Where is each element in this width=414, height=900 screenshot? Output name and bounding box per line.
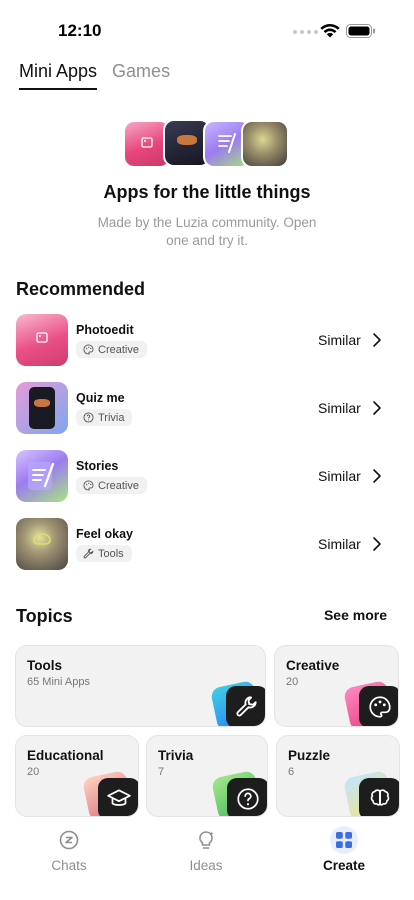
topic-count: 20 xyxy=(27,766,40,778)
chevron-right-icon[interactable] xyxy=(372,468,382,484)
brain-icon xyxy=(359,778,399,816)
chat-icon xyxy=(55,826,83,854)
question-circle-icon xyxy=(227,778,267,816)
topic-name: Educational xyxy=(27,748,104,763)
topic-count: 7 xyxy=(158,766,165,778)
topic-card-trivia[interactable]: Trivia 7 xyxy=(146,735,268,817)
similar-button[interactable]: Similar xyxy=(318,332,361,348)
topic-name: Puzzle xyxy=(288,748,331,763)
palette-icon xyxy=(83,480,94,491)
list-item[interactable]: Stories Creative Similar xyxy=(16,450,388,502)
similar-button[interactable]: Similar xyxy=(318,468,361,484)
pen-icon xyxy=(28,462,55,490)
list-item[interactable]: Quiz me Trivia Similar xyxy=(16,382,388,434)
graduation-cap-icon xyxy=(98,778,138,816)
app-name: Stories xyxy=(76,459,119,473)
topics-title: Topics xyxy=(16,606,73,626)
similar-button[interactable]: Similar xyxy=(318,536,361,552)
nav-create[interactable]: Create xyxy=(294,826,394,873)
bottom-nav: Chats Ideas Create xyxy=(0,820,414,900)
app-name: Photoedit xyxy=(76,323,134,337)
hero-title: Apps for the little things xyxy=(103,182,311,202)
question-circle-icon xyxy=(83,412,94,423)
palette-icon xyxy=(359,686,398,726)
nav-label: Chats xyxy=(51,858,87,873)
topic-name: Trivia xyxy=(158,748,194,763)
nav-label: Create xyxy=(322,858,366,873)
signal-dots-icon xyxy=(293,30,318,34)
chevron-right-icon[interactable] xyxy=(372,332,382,348)
tab-mini-apps[interactable]: Mini Apps xyxy=(19,61,98,90)
wrench-icon xyxy=(83,548,94,559)
app-thumbnail xyxy=(16,314,68,366)
hero-thumb-feel-okay xyxy=(241,120,289,168)
topic-count: 65 Mini Apps xyxy=(27,676,90,688)
wrench-icon xyxy=(226,686,265,726)
app-thumbnail xyxy=(16,382,68,434)
app-name: Quiz me xyxy=(76,391,125,405)
see-more-link[interactable]: See more xyxy=(324,607,387,623)
status-time: 12:10 xyxy=(58,21,102,40)
list-item[interactable]: Feel okay Tools Similar xyxy=(16,518,388,570)
topic-icon-stack xyxy=(81,768,138,816)
category-tag: Tools xyxy=(76,545,132,562)
topic-name: Creative xyxy=(286,658,340,673)
list-item[interactable]: Photoedit Creative Similar xyxy=(16,314,388,366)
similar-button[interactable]: Similar xyxy=(318,400,361,416)
category-tag: Trivia xyxy=(76,409,133,426)
brain-icon xyxy=(33,533,51,545)
nav-label: Ideas xyxy=(189,858,223,873)
chevron-right-icon[interactable] xyxy=(372,536,382,552)
lightbulb-icon xyxy=(192,826,220,854)
category-tag-label: Creative xyxy=(98,479,139,492)
topic-card-puzzle[interactable]: Puzzle 6 xyxy=(276,735,400,817)
category-tag-label: Tools xyxy=(98,547,124,560)
grid-icon xyxy=(330,826,358,854)
battery-icon xyxy=(346,24,375,38)
topic-card-educational[interactable]: Educational 20 xyxy=(15,735,139,817)
app-name: Feel okay xyxy=(76,527,133,541)
category-tag-label: Creative xyxy=(98,343,139,356)
topic-icon-stack xyxy=(209,676,265,726)
hero-subtitle: Made by the Luzia community. Open one an… xyxy=(97,215,317,248)
topic-count: 20 xyxy=(286,676,299,688)
topic-icon-stack xyxy=(210,768,267,816)
top-tabs: Mini Apps Games xyxy=(19,61,170,90)
palette-icon xyxy=(83,344,94,355)
chevron-right-icon[interactable] xyxy=(372,400,382,416)
category-tag: Creative xyxy=(76,477,147,494)
topic-card-tools[interactable]: Tools 65 Mini Apps xyxy=(15,645,266,727)
recommended-title: Recommended xyxy=(16,279,146,299)
image-icon xyxy=(36,332,48,343)
wifi-icon xyxy=(320,23,340,38)
category-tag: Creative xyxy=(76,341,147,358)
topic-icon-stack xyxy=(342,676,398,726)
topic-count: 6 xyxy=(288,766,295,778)
app-thumbnail xyxy=(16,518,68,570)
app-thumbnail xyxy=(16,450,68,502)
tab-games[interactable]: Games xyxy=(112,61,170,90)
status-bar: 12:10 xyxy=(0,0,414,58)
nav-ideas[interactable]: Ideas xyxy=(156,826,256,873)
category-tag-label: Trivia xyxy=(98,411,125,424)
topic-icon-stack xyxy=(342,768,399,816)
topic-name: Tools xyxy=(27,658,62,673)
hero-app-thumbnails xyxy=(123,119,291,169)
nav-chats[interactable]: Chats xyxy=(19,826,119,873)
topic-card-creative[interactable]: Creative 20 xyxy=(274,645,399,727)
